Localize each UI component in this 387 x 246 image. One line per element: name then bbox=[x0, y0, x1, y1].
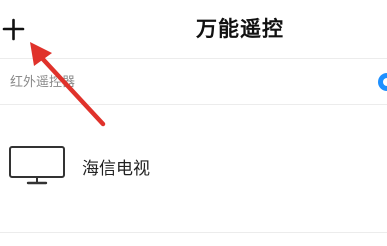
page-title: 万能遥控 bbox=[196, 17, 284, 41]
section-row-infrared: 红外遥控器 bbox=[0, 59, 387, 103]
device-item[interactable]: 海信电视 bbox=[0, 105, 387, 225]
app-header: 万能遥控 bbox=[0, 0, 387, 58]
list-divider bbox=[0, 232, 387, 233]
tv-icon bbox=[8, 145, 66, 187]
section-label: 红外遥控器 bbox=[10, 75, 76, 90]
device-name: 海信电视 bbox=[82, 159, 150, 179]
section-toggle[interactable] bbox=[378, 73, 387, 91]
